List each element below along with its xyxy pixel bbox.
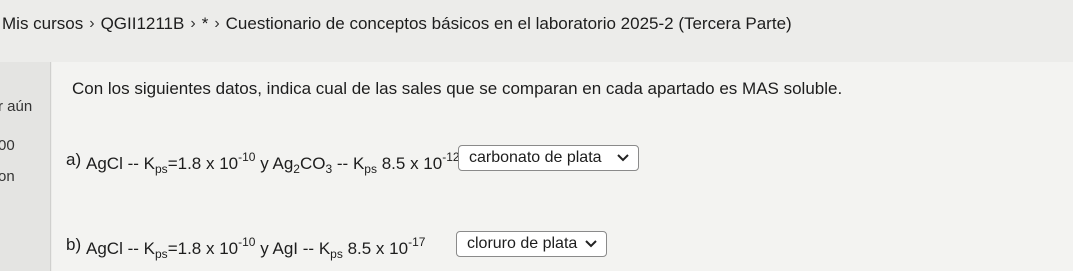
ksp-symbol: K bbox=[143, 239, 155, 258]
ksp-symbol: K bbox=[143, 154, 155, 173]
chevron-right-icon: › bbox=[214, 15, 220, 32]
ksp-exponent: -12 bbox=[442, 150, 460, 164]
salt2: AgI bbox=[272, 239, 299, 258]
breadcrumb-section[interactable]: * bbox=[202, 14, 209, 34]
dash: -- bbox=[302, 239, 315, 258]
info-fragment-3: on bbox=[0, 168, 15, 185]
salt1: AgCl bbox=[86, 154, 123, 173]
ksp-symbol: K bbox=[318, 239, 331, 258]
quiz-info-panel: r aún 00 on bbox=[0, 62, 51, 271]
chevron-right-icon: › bbox=[190, 15, 196, 32]
ksp-subscript: ps bbox=[155, 162, 168, 176]
ksp-subscript: ps bbox=[330, 247, 343, 261]
part-b-label: b) bbox=[66, 235, 82, 254]
chevron-right-icon: › bbox=[89, 15, 95, 32]
breadcrumb-quiz-title[interactable]: Cuestionario de conceptos básicos en el … bbox=[226, 14, 792, 34]
chevron-down-icon bbox=[616, 151, 630, 165]
part-a-label: a) bbox=[66, 150, 82, 169]
conjunction: y bbox=[260, 239, 269, 258]
selected-option: carbonato de plata bbox=[469, 149, 602, 166]
info-fragment-1: r aún bbox=[0, 98, 33, 115]
ksp-value: =1.8 x 10 bbox=[167, 239, 239, 258]
part-a-formula: AgCl -- Kps=1.8 x 10-10 y Ag2CO3 -- Kps … bbox=[86, 150, 460, 176]
ksp-value: 8.5 x 10 bbox=[381, 154, 443, 173]
dash: -- bbox=[336, 154, 349, 173]
breadcrumb: Mis cursos › QGII1211B › * › Cuestionari… bbox=[0, 0, 1073, 48]
ksp-subscript: ps bbox=[155, 247, 168, 261]
ksp-exponent: -10 bbox=[238, 235, 256, 249]
dash: -- bbox=[127, 154, 139, 173]
ksp-value: 8.5 x 10 bbox=[347, 239, 409, 258]
ksp-exponent: -17 bbox=[408, 235, 426, 249]
ksp-exponent: -10 bbox=[238, 150, 256, 164]
ksp-subscript: ps bbox=[364, 162, 377, 176]
salt1: AgCl bbox=[86, 239, 123, 258]
conjunction: y bbox=[260, 154, 269, 173]
part-b-formula: AgCl -- Kps=1.8 x 10-10 y AgI -- Kps 8.5… bbox=[86, 235, 425, 261]
question-instruction: Con los siguientes datos, indica cual de… bbox=[72, 79, 843, 98]
salt2: Ag2CO3 bbox=[272, 154, 333, 176]
part-a-answer-select[interactable]: carbonato de plata bbox=[458, 145, 639, 171]
selected-option: cloruro de plata bbox=[467, 235, 578, 252]
info-fragment-2: 00 bbox=[0, 137, 15, 154]
dash: -- bbox=[127, 239, 139, 258]
ksp-symbol: K bbox=[352, 154, 365, 173]
part-b-answer-select[interactable]: cloruro de plata bbox=[456, 231, 607, 257]
chevron-down-icon bbox=[584, 237, 598, 251]
ksp-value: =1.8 x 10 bbox=[167, 154, 239, 173]
breadcrumb-mis-cursos[interactable]: Mis cursos bbox=[2, 14, 83, 34]
breadcrumb-course[interactable]: QGII1211B bbox=[101, 14, 185, 34]
